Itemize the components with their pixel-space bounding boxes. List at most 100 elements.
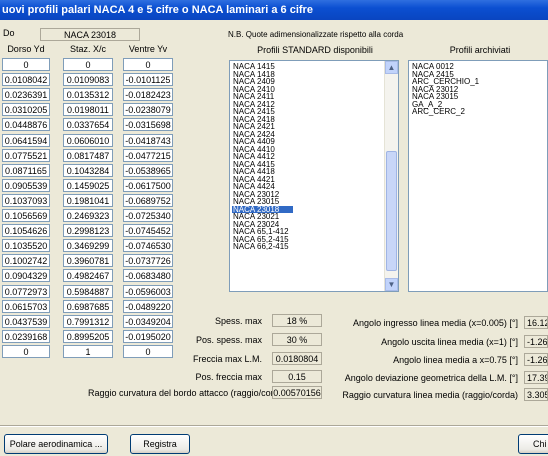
param-value: 0.0180804 [272,352,322,365]
profile-name-field: NACA 23018 [40,28,140,41]
ventre-cell[interactable]: -0.0746530 [123,239,173,253]
dorso-cell[interactable]: 0.0236391 [2,88,50,102]
camber-param-value: -1.265 [524,353,548,366]
dorso-cell[interactable]: 0.0871165 [2,163,50,177]
dorso-cell[interactable]: 0 [2,58,50,71]
camber-param-value: 16.12 [524,316,548,329]
close-button[interactable]: Chi [518,434,548,454]
staz-cell[interactable]: 0.4982467 [63,269,113,283]
camber-param-label: Angolo uscita linea media (x=1) [°] [381,337,518,347]
ventre-cell[interactable]: -0.0596003 [123,284,173,298]
staz-cell[interactable]: 1 [63,344,113,358]
camber-param-label: Angolo linea media a x=0.75 [°] [393,355,518,365]
ventre-cell[interactable]: -0.0745452 [123,224,173,238]
camber-param-label: Raggio curvatura linea media (raggio/cor… [342,390,518,400]
staz-cell[interactable]: 0 [63,58,113,71]
dorso-cell[interactable]: 0.1035520 [2,239,50,253]
staz-cell[interactable]: 0.0135312 [63,88,113,102]
dorso-cell[interactable]: 0.0437539 [2,314,50,328]
staz-cell[interactable]: 0.6987685 [63,299,113,313]
dorso-cell[interactable]: 0.1002742 [2,254,50,268]
staz-cell[interactable]: 0.1981041 [63,193,113,207]
dorso-cell[interactable]: 0.1037093 [2,193,50,207]
staz-cell[interactable]: 0.0337654 [63,118,113,132]
param-label: Spess. max [214,316,262,326]
ventre-cell[interactable]: -0.0477215 [123,148,173,162]
dorso-cell[interactable]: 0.0239168 [2,329,50,343]
ventre-cell[interactable]: -0.0617500 [123,178,173,192]
staz-cell[interactable]: 0.3960781 [63,254,113,268]
staz-cell[interactable]: 0.0109083 [63,73,113,87]
param-value: 0.15 [272,370,322,383]
staz-cell[interactable]: 0.7991312 [63,314,113,328]
standard-list-title: Profili STANDARD disponibili [257,45,373,55]
dorso-cell[interactable]: 0.0108042 [2,73,50,87]
staz-cell[interactable]: 0.0817487 [63,148,113,162]
scroll-up-icon[interactable]: ▲ [385,61,398,74]
staz-cell[interactable]: 0.1043284 [63,163,113,177]
window-titlebar[interactable]: uovi profili palari NACA 4 e 5 cifre o N… [0,0,548,20]
dorso-cell[interactable]: 0.1056569 [2,209,50,222]
camber-param-value: 3.305 [524,388,548,401]
camber-param-value: -1.265 [524,335,548,348]
leading-radius-value: 0.00570156 [272,386,322,399]
ventre-cell[interactable]: -0.0725340 [123,209,173,222]
archived-profiles-list[interactable]: NACA 0012 NACA 2415 ARC_CERCHIO_1 NACA 2301… [408,60,548,292]
ventre-cell[interactable]: -0.0418743 [123,133,173,147]
ventre-cell[interactable]: -0.0315698 [123,118,173,132]
standard-list-scrollbar[interactable]: ▲ ▼ [384,61,398,291]
dorso-cell[interactable]: 0 [2,344,50,358]
archived-list-item[interactable]: ARC_CERC_2 [411,108,483,116]
dorso-cell[interactable]: 0.0905539 [2,178,50,192]
ventre-cell[interactable]: -0.0538965 [123,163,173,177]
staz-cell[interactable]: 0.0606010 [63,133,113,147]
param-value: 18 % [272,314,322,327]
ventre-cell[interactable]: -0.0182423 [123,88,173,102]
ventre-cell[interactable]: -0.0195020 [123,329,173,343]
staz-cell[interactable]: 0.8995205 [63,329,113,343]
ventre-cell[interactable]: 0 [123,344,173,358]
window-title: uovi profili palari NACA 4 e 5 cifre o N… [2,4,313,16]
camber-param-label: Angolo deviazione geometrica della L.M. … [344,373,518,383]
param-label: Pos. freccia max [195,372,262,382]
archived-list-title: Profili archiviati [449,45,511,55]
camber-param-value: 17.39 [524,371,548,384]
ventre-cell[interactable]: 0 [123,58,173,71]
staz-cell[interactable]: 0.2998123 [63,224,113,238]
standard-list-item[interactable]: NACA 66,2-415 [232,243,293,251]
staz-cell[interactable]: 0.1459025 [63,178,113,192]
staz-cell[interactable]: 0.5984887 [63,284,113,298]
save-button[interactable]: Registra [130,434,190,454]
dorso-cell[interactable]: 0.1054626 [2,224,50,238]
ventre-cell[interactable]: -0.0737726 [123,254,173,268]
ventre-cell[interactable]: -0.0689752 [123,193,173,207]
ventre-cell[interactable]: -0.0238079 [123,103,173,117]
dorso-cell[interactable]: 0.0775521 [2,148,50,162]
dorso-cell[interactable]: 0.0772973 [2,284,50,298]
camber-param-label: Angolo ingresso linea media (x=0.005) [°… [353,318,518,328]
bottom-separator [0,425,548,427]
col-header-ventre: Ventre Yv [128,44,168,54]
col-header-dorso: Dorso Yd [7,44,45,54]
polar-aerodynamic-button[interactable]: Polare aerodinamica ... [4,434,108,454]
ventre-cell[interactable]: -0.0349204 [123,314,173,328]
dorso-cell[interactable]: 0.0615703 [2,299,50,313]
param-value: 30 % [272,333,322,346]
param-label: Freccia max L.M. [192,354,262,364]
staz-cell[interactable]: 0.2469323 [63,209,113,222]
scroll-thumb[interactable] [386,151,397,271]
ventre-cell[interactable]: -0.0489220 [123,299,173,313]
dorso-cell[interactable]: 0.0641594 [2,133,50,147]
col-header-staz: Staz. X/c [69,44,106,54]
ventre-cell[interactable]: -0.0101125 [123,73,173,87]
scroll-down-icon[interactable]: ▼ [385,278,398,291]
param-label: Pos. spess. max [195,335,262,345]
dorso-cell[interactable]: 0.0448876 [2,118,50,132]
dorso-cell[interactable]: 0.0310205 [2,103,50,117]
staz-cell[interactable]: 0.0198011 [63,103,113,117]
normalization-note: N.B. Quote adimensionalizzate rispetto a… [228,30,404,39]
standard-profiles-list[interactable]: NACA 1415 NACA 1418 NACA 2409 NACA 2410 NACA… [229,60,399,292]
dorso-cell[interactable]: 0.0904329 [2,269,50,283]
ventre-cell[interactable]: -0.0683480 [123,269,173,283]
staz-cell[interactable]: 0.3469299 [63,239,113,253]
